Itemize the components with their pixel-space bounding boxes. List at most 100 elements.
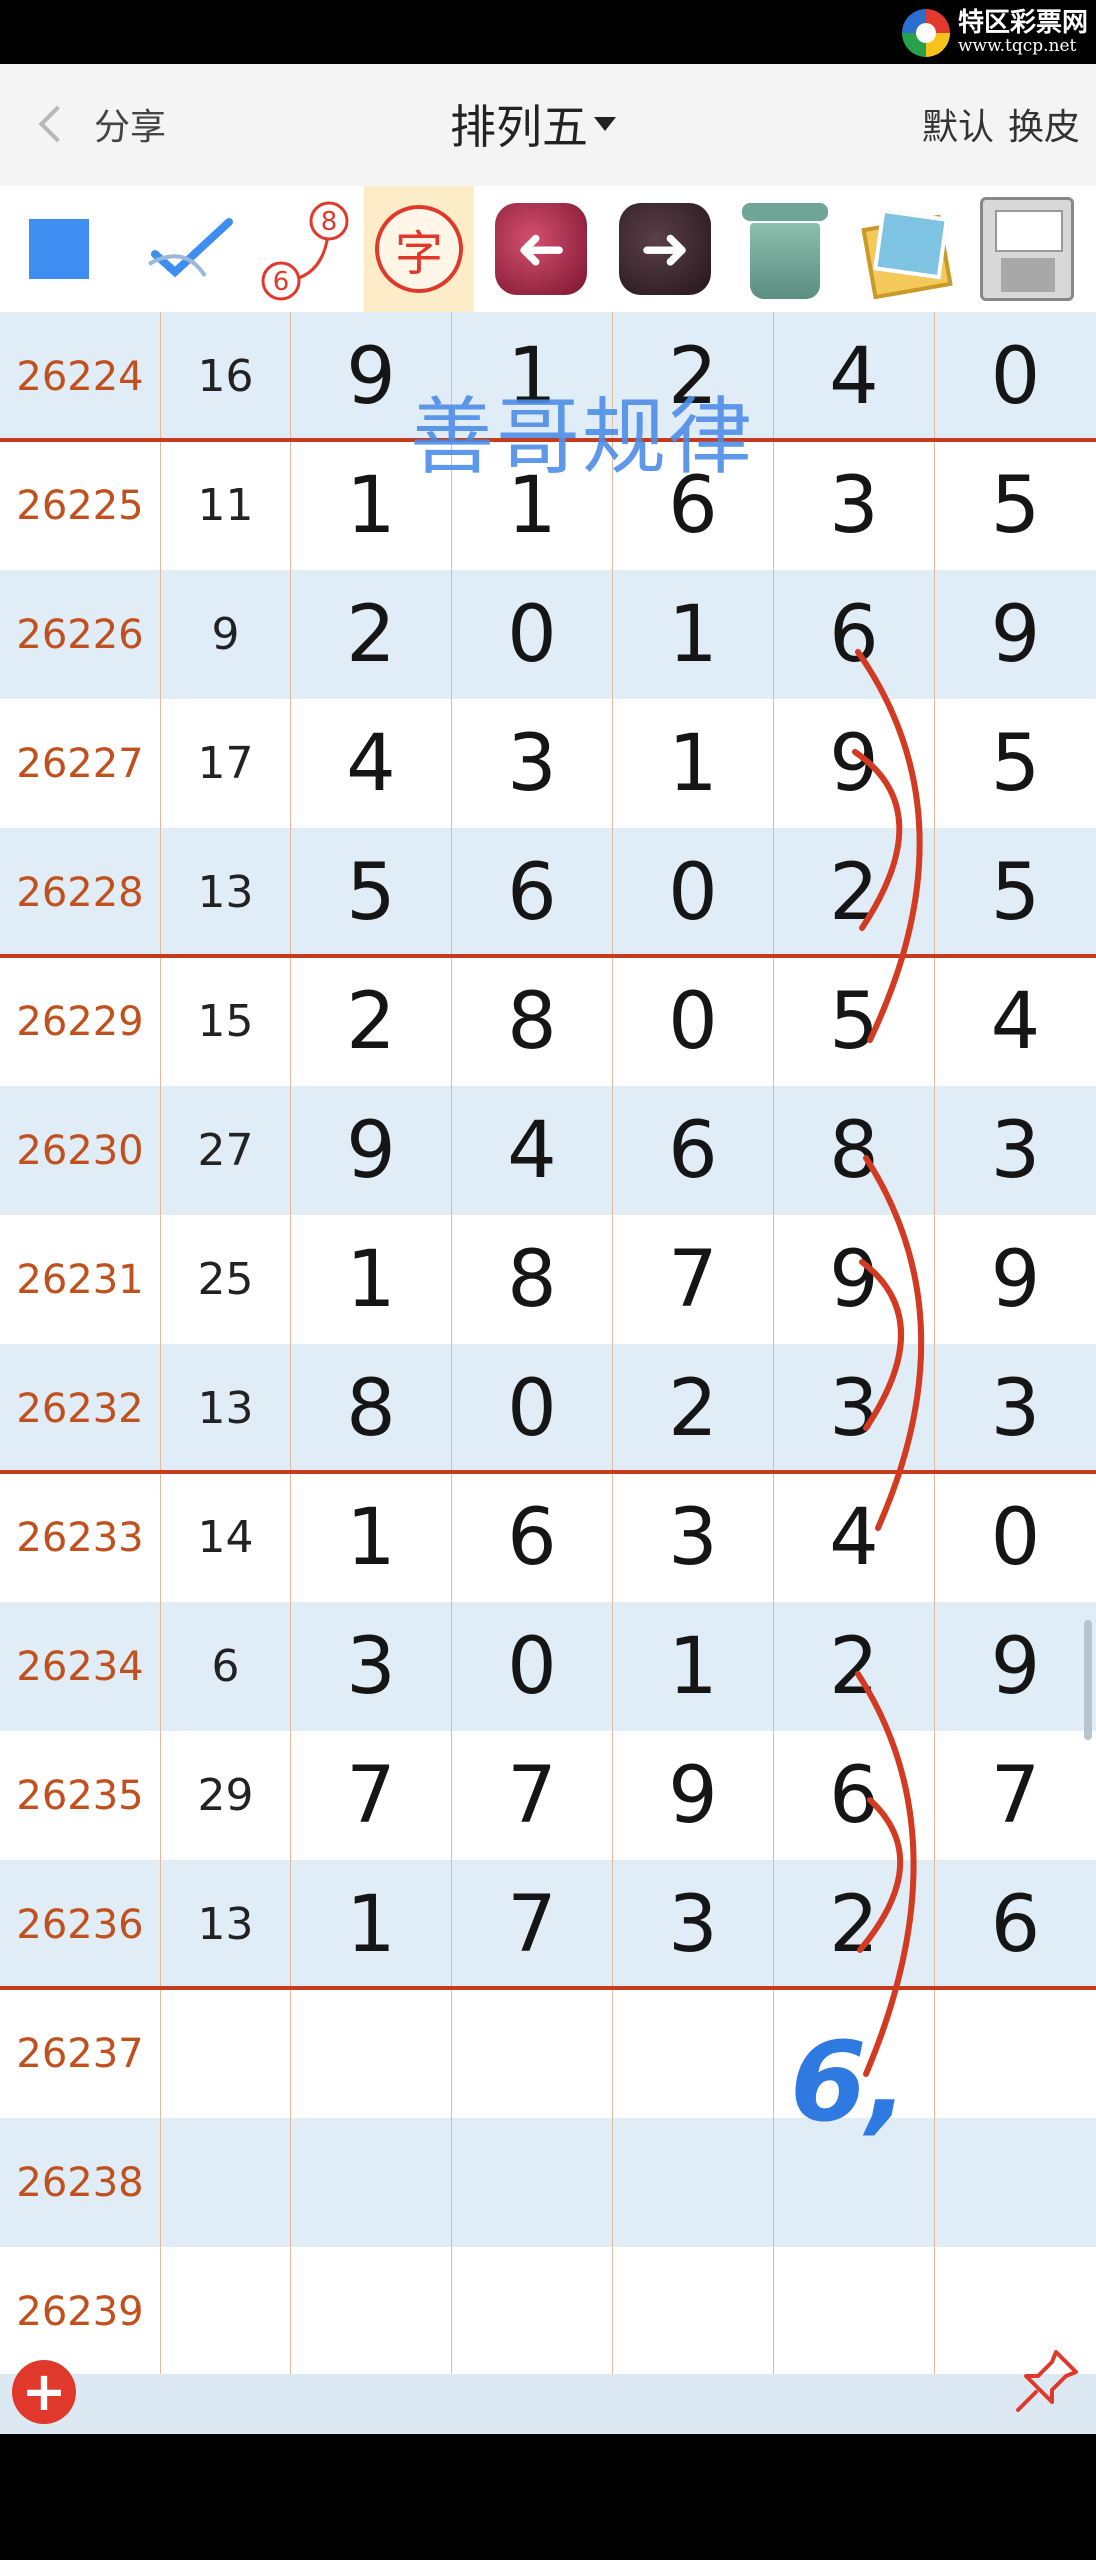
issue-number[interactable]: 26227 [0, 699, 161, 828]
digit-4[interactable]: 4 [774, 312, 935, 441]
back-share-button[interactable]: 分享 [30, 94, 166, 154]
photos-button[interactable] [850, 186, 960, 312]
digit-4[interactable]: 2 [774, 1602, 935, 1731]
digit-5[interactable]: 0 [935, 312, 1096, 441]
digit-3[interactable]: 1 [613, 570, 774, 699]
digit-5[interactable]: 9 [935, 1215, 1096, 1344]
digit-2[interactable] [452, 2247, 613, 2376]
digit-2[interactable]: 8 [452, 957, 613, 1086]
digit-5[interactable]: 4 [935, 957, 1096, 1086]
issue-number[interactable]: 26229 [0, 957, 161, 1086]
digit-2[interactable]: 6 [452, 828, 613, 957]
issue-number[interactable]: 26234 [0, 1602, 161, 1731]
digit-5[interactable]: 3 [935, 1086, 1096, 1215]
digit-1[interactable]: 5 [291, 828, 452, 957]
issue-number[interactable]: 26238 [0, 2118, 161, 2247]
issue-number[interactable]: 26225 [0, 441, 161, 570]
digit-4[interactable] [774, 1989, 935, 2118]
trash-button[interactable] [730, 186, 840, 312]
digit-1[interactable]: 1 [291, 1215, 452, 1344]
issue-number[interactable]: 26233 [0, 1473, 161, 1602]
issue-number[interactable]: 26236 [0, 1860, 161, 1989]
issue-number[interactable]: 26235 [0, 1731, 161, 1860]
next-button[interactable]: ➜ [610, 186, 720, 312]
previous-button[interactable]: ➜ [486, 186, 596, 312]
change-skin-button[interactable]: 换皮 [1008, 98, 1080, 150]
digit-1[interactable]: 4 [291, 699, 452, 828]
color-square-tool[interactable] [4, 186, 114, 312]
digit-2[interactable]: 7 [452, 1860, 613, 1989]
default-button[interactable]: 默认 [922, 98, 994, 150]
digit-3[interactable]: 7 [613, 1215, 774, 1344]
digit-2[interactable]: 3 [452, 699, 613, 828]
digit-2[interactable]: 6 [452, 1473, 613, 1602]
digit-3[interactable] [613, 1989, 774, 2118]
digit-2[interactable] [452, 1989, 613, 2118]
digit-3[interactable]: 2 [613, 1344, 774, 1473]
digit-4[interactable]: 4 [774, 1473, 935, 1602]
digit-3[interactable]: 0 [613, 828, 774, 957]
digit-4[interactable]: 5 [774, 957, 935, 1086]
pin-button[interactable] [1012, 2346, 1082, 2416]
issue-number[interactable]: 26226 [0, 570, 161, 699]
digit-2[interactable]: 0 [452, 1602, 613, 1731]
digit-2[interactable]: 8 [452, 1215, 613, 1344]
digit-3[interactable]: 0 [613, 957, 774, 1086]
digit-4[interactable]: 2 [774, 828, 935, 957]
digit-3[interactable]: 1 [613, 699, 774, 828]
issue-number[interactable]: 26230 [0, 1086, 161, 1215]
scrollbar-thumb[interactable] [1084, 1620, 1092, 1740]
digit-1[interactable]: 1 [291, 1860, 452, 1989]
digit-2[interactable]: 4 [452, 1086, 613, 1215]
digit-5[interactable] [935, 2118, 1096, 2247]
digit-3[interactable]: 3 [613, 1860, 774, 1989]
digit-4[interactable]: 9 [774, 1215, 935, 1344]
digit-5[interactable]: 0 [935, 1473, 1096, 1602]
digit-2[interactable]: 0 [452, 1344, 613, 1473]
digit-2[interactable]: 0 [452, 570, 613, 699]
digit-2[interactable] [452, 2118, 613, 2247]
digit-3[interactable]: 1 [613, 1602, 774, 1731]
digit-4[interactable]: 6 [774, 570, 935, 699]
digit-3[interactable]: 3 [613, 1473, 774, 1602]
digit-1[interactable]: 9 [291, 1086, 452, 1215]
issue-number[interactable]: 26239 [0, 2247, 161, 2376]
digit-5[interactable]: 5 [935, 441, 1096, 570]
digit-3[interactable] [613, 2118, 774, 2247]
connect-line-tool[interactable]: 8 6 [250, 186, 360, 312]
digit-2[interactable]: 7 [452, 1731, 613, 1860]
issue-number[interactable]: 26228 [0, 828, 161, 957]
digit-5[interactable]: 3 [935, 1344, 1096, 1473]
add-button[interactable]: + [12, 2360, 76, 2424]
digit-1[interactable]: 2 [291, 957, 452, 1086]
digit-5[interactable] [935, 1989, 1096, 2118]
digit-1[interactable] [291, 2247, 452, 2376]
digit-4[interactable] [774, 2247, 935, 2376]
digit-5[interactable]: 7 [935, 1731, 1096, 1860]
digit-1[interactable] [291, 1989, 452, 2118]
char-toggle-tool[interactable]: 字 [364, 186, 474, 312]
digit-4[interactable]: 9 [774, 699, 935, 828]
digit-4[interactable]: 8 [774, 1086, 935, 1215]
digit-5[interactable]: 6 [935, 1860, 1096, 1989]
digit-3[interactable] [613, 2247, 774, 2376]
digit-1[interactable]: 8 [291, 1344, 452, 1473]
issue-number[interactable]: 26231 [0, 1215, 161, 1344]
digit-4[interactable] [774, 2118, 935, 2247]
digit-3[interactable]: 9 [613, 1731, 774, 1860]
digit-1[interactable] [291, 2118, 452, 2247]
lottery-type-dropdown[interactable]: 排列五 [450, 94, 616, 154]
digit-5[interactable]: 5 [935, 828, 1096, 957]
digit-4[interactable]: 2 [774, 1860, 935, 1989]
digit-1[interactable]: 2 [291, 570, 452, 699]
digit-5[interactable]: 5 [935, 699, 1096, 828]
digit-1[interactable]: 7 [291, 1731, 452, 1860]
issue-number[interactable]: 26224 [0, 312, 161, 441]
check-pen-tool[interactable] [136, 186, 246, 312]
digit-4[interactable]: 3 [774, 1344, 935, 1473]
digit-5[interactable]: 9 [935, 570, 1096, 699]
digit-4[interactable]: 3 [774, 441, 935, 570]
digit-1[interactable]: 1 [291, 1473, 452, 1602]
digit-3[interactable]: 6 [613, 1086, 774, 1215]
save-button[interactable] [972, 186, 1082, 312]
